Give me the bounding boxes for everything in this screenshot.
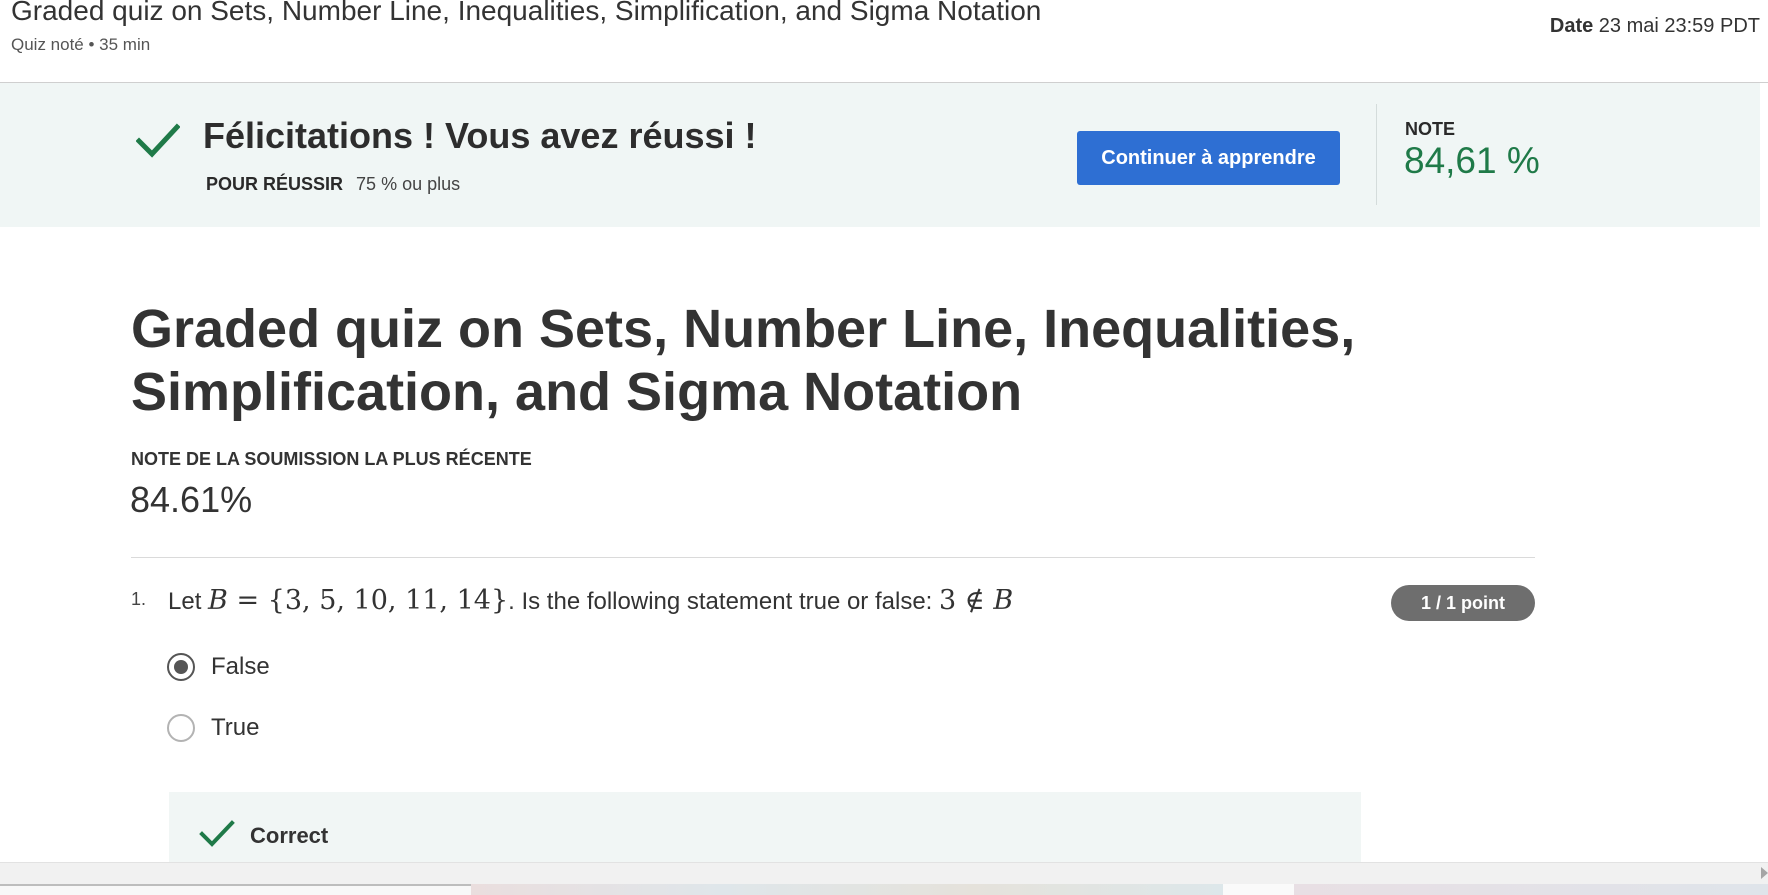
question-intro: Let: [168, 588, 202, 615]
divider: [1376, 104, 1377, 205]
option-label: False: [211, 653, 270, 680]
math-expression: B = {3, 5, 10, 11, 14}: [208, 585, 508, 616]
taskbar-segment: [0, 884, 471, 895]
feedback-box: [169, 792, 1361, 862]
recent-submission-grade: 84.61%: [130, 479, 253, 520]
due-date: Date 23 mai 23:59 PDT: [1550, 15, 1760, 38]
question-text: Let B = {3, 5, 10, 11, 14}. Is the follo…: [168, 585, 1013, 616]
math-statement: 3 ∉ B: [939, 585, 1013, 616]
continue-learning-button[interactable]: Continuer à apprendre: [1077, 131, 1340, 185]
due-date-label: Date: [1549, 15, 1594, 37]
header-meta: Quiz noté • 35 min: [11, 35, 151, 54]
question-body: . Is the following statement true or fal…: [508, 588, 933, 615]
set-definition: = {3, 5, 10, 11, 14}: [227, 585, 509, 616]
page-title: Graded quiz on Sets, Number Line, Inequa…: [131, 299, 1356, 422]
success-title: Félicitations ! Vous avez réussi !: [203, 115, 757, 156]
statement-left: 3 ∉: [939, 585, 994, 616]
answer-option-false[interactable]: False: [167, 650, 270, 684]
radio-button-selected[interactable]: [167, 653, 195, 681]
taskbar-segment: [1294, 884, 1768, 895]
passing-label: POUR RÉUSSIR: [206, 174, 344, 194]
checkmark-icon: [136, 123, 180, 158]
due-date-value: 23 mai 23:59 PDT: [1598, 15, 1760, 37]
radio-button[interactable]: [167, 714, 195, 742]
taskbar-segment: [471, 884, 1223, 895]
points-badge: 1 / 1 point: [1391, 585, 1535, 621]
grade-value: 84,61 %: [1404, 140, 1540, 181]
answer-option-true[interactable]: True: [167, 711, 259, 745]
question-number: 1.: [131, 589, 147, 609]
checkmark-icon: [199, 820, 235, 847]
grade-label: NOTE: [1405, 119, 1456, 139]
scroll-right-icon[interactable]: [1761, 867, 1768, 879]
top-header: Graded quiz on Sets, Number Line, Inequa…: [0, 0, 1768, 83]
taskbar-strip: [0, 884, 1768, 895]
statement-variable: B: [993, 585, 1014, 616]
option-label: True: [211, 714, 260, 741]
passing-value: 75 % ou plus: [356, 174, 461, 194]
set-variable: B: [208, 585, 228, 616]
header-title: Graded quiz on Sets, Number Line, Inequa…: [11, 0, 1042, 26]
passing-requirement: POUR RÉUSSIR 75 % ou plus: [206, 174, 460, 195]
recent-submission-label: NOTE DE LA SOUMISSION LA PLUS RÉCENTE: [131, 449, 532, 469]
horizontal-scrollbar[interactable]: [0, 862, 1768, 885]
feedback-label: Correct: [250, 823, 329, 848]
divider: [131, 557, 1535, 558]
